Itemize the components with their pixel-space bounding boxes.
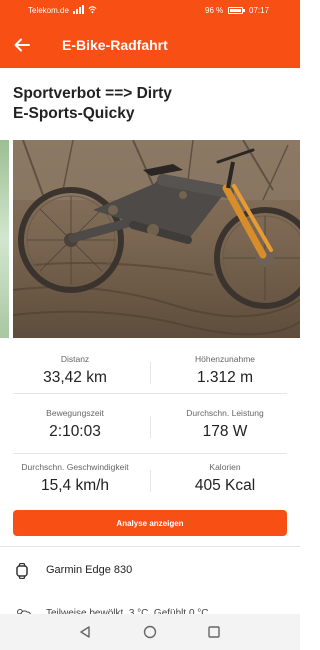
status-bar: Telekom.de 96 % 07:17 [0, 0, 300, 22]
stat-label: Höhenzunahme [194, 354, 255, 364]
stat-label: Kalorien [209, 462, 241, 472]
device-name: Garmin Edge 830 [46, 564, 133, 576]
stat-label: Durchschn. Geschwindigkeit [21, 462, 129, 472]
stat-value: 15,4 km/h [40, 477, 110, 494]
stat-label: Distanz [60, 354, 90, 364]
back-triangle-icon[interactable] [78, 625, 92, 639]
stat-value: 2:10:03 [49, 423, 101, 440]
stat-distance: Distanz 33,42 km [0, 354, 150, 387]
arrow-left-icon[interactable] [12, 35, 32, 55]
home-circle-icon[interactable] [143, 625, 157, 639]
stat-label: Bewegungszeit [46, 408, 104, 418]
stat-value: 178 W [202, 423, 248, 440]
battery-icon [228, 7, 245, 14]
section-divider [0, 546, 300, 547]
device-row: Garmin Edge 830 [0, 557, 300, 585]
stat-value: 405 Kcal [194, 477, 256, 494]
clock: 07:17 [249, 6, 270, 15]
stat-moving-time: Bewegungszeit 2:10:03 [0, 408, 150, 441]
stat-value: 1.312 m [196, 369, 253, 386]
analyse-button[interactable]: Analyse anzeigen [13, 510, 287, 536]
battery-percent: 96 % [205, 6, 224, 15]
carrier-label: Telekom.de [28, 6, 69, 15]
stat-calories: Kalorien 405 Kcal [150, 462, 300, 495]
signal-icon [73, 5, 84, 14]
battery-fill [230, 9, 241, 12]
activity-photo[interactable] [13, 140, 300, 338]
stat-elevation-gain: Höhenzunahme 1.312 m [150, 354, 300, 387]
activity-title-line-1: Sportverbot ==> Dirty [13, 85, 172, 102]
stat-value: 33,42 km [43, 369, 107, 386]
stat-row-divider [13, 393, 287, 394]
page-title: E-Bike-Radfahrt [62, 37, 168, 53]
system-nav-bar [0, 614, 300, 650]
recents-square-icon[interactable] [207, 625, 221, 639]
stat-average-power: Durchschn. Leistung 178 W [150, 408, 300, 441]
previous-photo-peek[interactable] [0, 140, 9, 338]
activity-title: Sportverbot ==> Dirty E-Sports-Quicky [13, 84, 283, 124]
watch-icon [16, 563, 28, 579]
stat-row-divider [13, 453, 287, 454]
activity-title-line-2: E-Sports-Quicky [13, 105, 135, 122]
app-bar: E-Bike-Radfahrt [0, 22, 300, 68]
bike-photo-image [13, 140, 300, 338]
wifi-icon [88, 6, 97, 14]
stat-average-speed: Durchschn. Geschwindigkeit 15,4 km/h [0, 462, 150, 495]
stat-label: Durchschn. Leistung [186, 408, 264, 418]
